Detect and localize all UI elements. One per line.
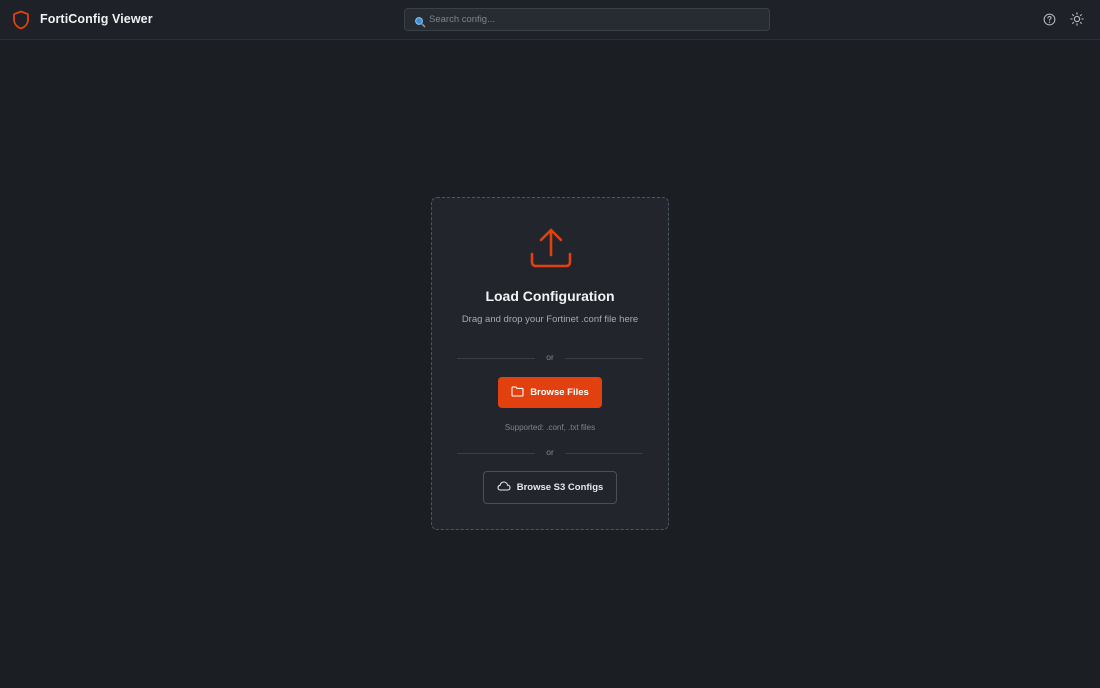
cloud-icon (497, 481, 511, 494)
help-circle-icon[interactable] (1041, 11, 1057, 27)
search-box[interactable] (404, 8, 770, 31)
upload-dropzone[interactable]: Load Configuration Drag and drop your Fo… (431, 197, 669, 530)
app-header: FortiConfig Viewer (0, 0, 1100, 40)
browse-s3-label: Browse S3 Configs (516, 482, 604, 493)
app-title: FortiConfig Viewer (40, 12, 153, 26)
supported-formats-text: Supported: .conf, .txt files (504, 423, 596, 432)
browse-s3-button[interactable]: Browse S3 Configs (483, 471, 617, 504)
browse-files-button[interactable]: Browse Files (498, 377, 602, 408)
divider-text: or (546, 352, 554, 362)
divider-or: or (457, 447, 643, 459)
divider-text: or (546, 447, 554, 457)
sun-icon[interactable] (1069, 11, 1085, 27)
search-icon (414, 15, 426, 28)
upload-icon (530, 226, 572, 270)
folder-icon (511, 385, 524, 400)
shield-icon (12, 10, 30, 30)
divider-or: or (457, 352, 643, 364)
card-title: Load Configuration (485, 288, 615, 304)
card-subtitle: Drag and drop your Fortinet .conf file h… (461, 314, 639, 325)
browse-files-label: Browse Files (530, 387, 589, 398)
search-input[interactable] (429, 9, 759, 30)
